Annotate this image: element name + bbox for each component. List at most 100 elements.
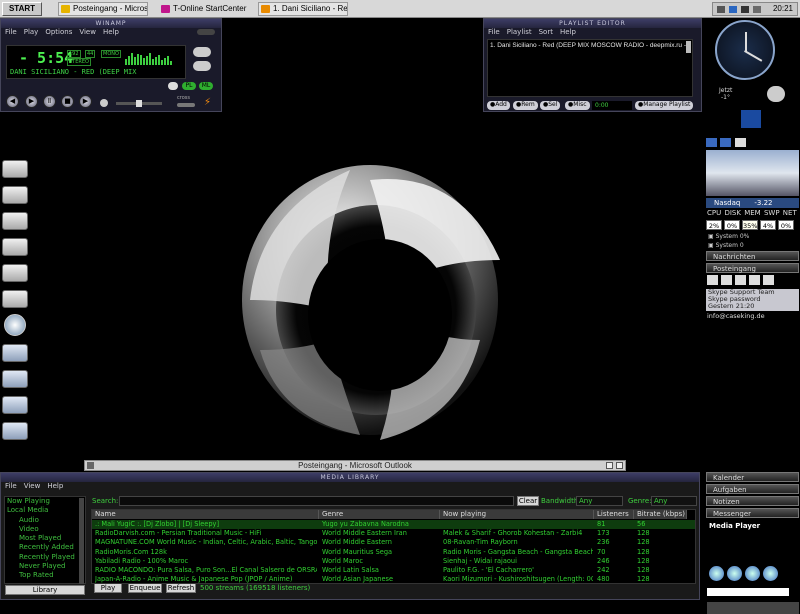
drive-icon[interactable] <box>2 290 28 308</box>
mail-item[interactable]: info@caseking.de <box>707 312 765 320</box>
drive-icon[interactable] <box>2 212 28 230</box>
drive-icon[interactable] <box>2 238 28 256</box>
mp-play-button[interactable] <box>727 566 742 581</box>
cd-drive-icon[interactable] <box>4 314 26 336</box>
delete-icon[interactable] <box>749 275 760 285</box>
col-name[interactable]: Name <box>92 510 319 519</box>
table-row[interactable]: Yabiladi Radio - 100% Maroc World Maroc Si… <box>92 557 695 566</box>
search-input[interactable] <box>119 496 514 506</box>
reply-icon[interactable] <box>721 275 732 285</box>
drive-icon[interactable] <box>2 160 28 178</box>
restore-icon[interactable] <box>606 462 613 469</box>
media-library-titlebar[interactable]: MEDIA LIBRARY <box>1 473 699 482</box>
mp-prev-button[interactable] <box>709 566 724 581</box>
playlist-add-button[interactable]: ●Add <box>487 101 510 110</box>
mp-progress-bar[interactable] <box>707 588 789 596</box>
messenger-header[interactable]: Messenger <box>706 508 799 518</box>
playlist-sel-button[interactable]: ●Sel <box>540 101 561 110</box>
menu-play[interactable]: Play <box>24 28 39 36</box>
drive-icon[interactable] <box>2 186 28 204</box>
eject-icon[interactable] <box>100 99 108 107</box>
nachrichten-header[interactable]: Nachrichten <box>706 251 799 261</box>
tray-icon[interactable] <box>717 6 725 13</box>
playlist-misc-button[interactable]: ●Misc <box>565 101 590 110</box>
lib-menu-help[interactable]: Help <box>47 482 63 490</box>
maximize-icon[interactable] <box>616 462 623 469</box>
menu-options[interactable]: Options <box>45 28 72 36</box>
refresh-icon[interactable] <box>735 138 746 147</box>
forward-icon[interactable] <box>720 138 731 147</box>
task-tonline[interactable]: T-Online StartCenter <box>158 2 254 16</box>
table-row[interactable]: MAGNATUNE.COM World Music - Indian, Celt… <box>92 538 695 547</box>
back-icon[interactable] <box>706 138 717 147</box>
tree-item-most-played[interactable]: Most Played <box>5 534 85 543</box>
clear-button[interactable]: Clear <box>517 496 539 506</box>
play-button[interactable]: ▶ <box>25 95 38 108</box>
ml-toggle[interactable]: ML <box>199 82 213 90</box>
col-now-playing[interactable]: Now playing <box>440 510 594 519</box>
previous-button[interactable]: ◀ <box>6 95 19 108</box>
tree-item-audio[interactable]: Audio <box>5 516 85 525</box>
pl-menu-sort[interactable]: Sort <box>539 28 553 36</box>
playlist-titlebar[interactable]: PLAYLIST EDITOR <box>484 19 701 28</box>
folder-icon[interactable] <box>2 396 28 414</box>
bandwidth-select[interactable]: Any <box>576 496 623 506</box>
tree-item-top-rated[interactable]: Top Rated <box>5 571 85 580</box>
aufgaben-header[interactable]: Aufgaben <box>706 484 799 494</box>
table-row[interactable]: RADIO MACONDO: Pura Salsa, Puro Son...El… <box>92 566 695 575</box>
genre-select[interactable]: Any <box>651 496 697 506</box>
mp-stop-button[interactable] <box>745 566 760 581</box>
col-genre[interactable]: Genre <box>319 510 440 519</box>
menu-view[interactable]: View <box>79 28 96 36</box>
folder-icon[interactable] <box>2 344 28 362</box>
lib-menu-view[interactable]: View <box>24 482 41 490</box>
task-outlook[interactable]: Posteingang - Micros... <box>58 2 148 16</box>
manage-playlist-button[interactable]: ●Manage Playlist <box>635 101 694 110</box>
kalender-header[interactable]: Kalender <box>706 472 799 482</box>
tree-item-now-playing[interactable]: Now Playing <box>5 497 85 506</box>
table-row[interactable]: .: Mali YugiC :. [Dj Zlobo] | [Dj Sleepy… <box>92 520 695 529</box>
menu-file[interactable]: File <box>5 28 17 36</box>
pl-menu-help[interactable]: Help <box>560 28 576 36</box>
tree-item-recently-played[interactable]: Recently Played <box>5 553 85 562</box>
table-row[interactable]: RadioMoris.Com 128k World Mauritius Sega R… <box>92 548 695 557</box>
winamp-titlebar[interactable]: WINAMP <box>1 19 221 28</box>
pl-menu-file[interactable]: File <box>488 28 500 36</box>
send-receive-icon[interactable] <box>763 275 774 285</box>
folder-icon[interactable] <box>2 422 28 440</box>
table-row[interactable]: Japan-A-Radio - Anime Music & Japanese P… <box>92 575 695 584</box>
forward-mail-icon[interactable] <box>735 275 746 285</box>
col-bitrate[interactable]: Bitrate (kbps) <box>634 510 687 519</box>
tray-icon[interactable] <box>753 6 761 13</box>
winamp-toggle-icon[interactable] <box>193 47 211 57</box>
enqueue-button[interactable]: Enqueue <box>128 583 162 593</box>
pl-menu-playlist[interactable]: Playlist <box>507 28 532 36</box>
playlist-rem-button[interactable]: ●Rem <box>513 101 538 110</box>
tree-item-local-media[interactable]: Local Media <box>5 506 85 515</box>
stock-ticker[interactable]: Nasdaq -3.22 <box>706 198 799 208</box>
next-button[interactable]: ▶ <box>79 95 92 108</box>
tray-network-icon[interactable] <box>729 6 737 13</box>
volume-thumb[interactable] <box>136 100 142 107</box>
mail-item-selected[interactable]: Skype Support Team Skype password Gestern … <box>706 289 799 311</box>
mp-next-button[interactable] <box>763 566 778 581</box>
lightning-icon[interactable]: ⚡ <box>204 98 214 108</box>
drive-icon[interactable] <box>2 264 28 282</box>
lib-menu-file[interactable]: File <box>5 482 17 490</box>
folder-icon[interactable] <box>2 370 28 388</box>
outlook-window-collapsed[interactable]: Posteingang - Microsoft Outlook <box>84 460 626 471</box>
task-winamp[interactable]: 1. Dani Siciliano - Re... <box>258 2 348 16</box>
tree-item-never-played[interactable]: Never Played <box>5 562 85 571</box>
winamp-toggle-icon[interactable] <box>193 61 211 71</box>
tree-scrollbar[interactable] <box>79 498 84 584</box>
library-button[interactable]: Library <box>5 585 85 595</box>
winamp-window-controls[interactable] <box>197 29 215 35</box>
col-listeners[interactable]: Listeners <box>594 510 634 519</box>
webcam-image[interactable] <box>706 150 799 196</box>
table-row[interactable]: RadioDarvish.com - Persian Traditional M… <box>92 529 695 538</box>
winamp-time[interactable]: - 5:54 <box>19 49 73 67</box>
tray-speaker-icon[interactable] <box>741 6 749 13</box>
posteingang-header[interactable]: Posteingang <box>706 263 799 273</box>
notizen-header[interactable]: Notizen <box>706 496 799 506</box>
stop-button[interactable]: ■ <box>61 95 74 108</box>
